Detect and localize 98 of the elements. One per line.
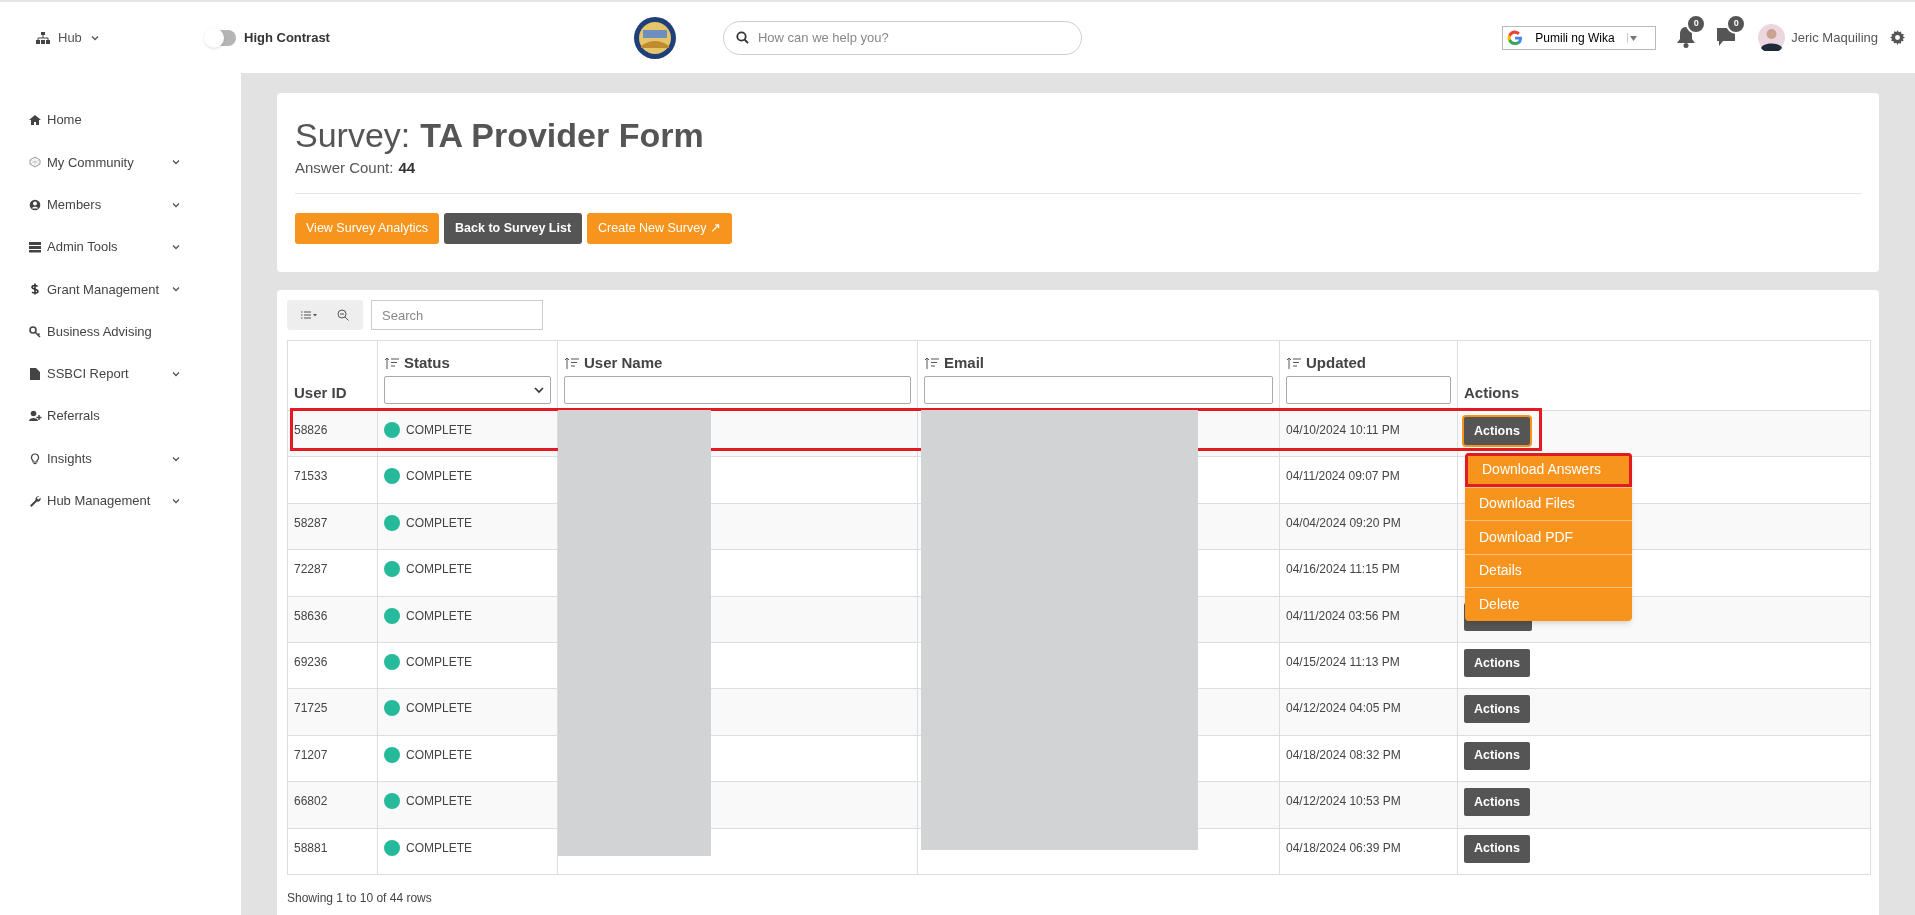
zoom-out-icon[interactable] <box>337 309 349 321</box>
status-text: COMPLETE <box>406 746 472 764</box>
updated-cell: 04/15/2024 11:13 PM <box>1286 654 1400 669</box>
survey-button[interactable]: Back to Survey List <box>444 212 583 244</box>
status-text: COMPLETE <box>406 422 472 439</box>
column-header[interactable]: Status <box>404 351 450 374</box>
chat-icon[interactable] <box>1716 26 1737 48</box>
user-id-cell: 71725 <box>294 701 328 716</box>
user-id-cell: 69236 <box>294 654 328 669</box>
sidebar-item[interactable]: Members <box>47 195 102 215</box>
user-id-cell: 72287 <box>294 562 328 577</box>
actions-button[interactable]: Actions <box>1464 788 1530 817</box>
user-id-cell: 71533 <box>294 469 328 484</box>
language-label: Pumili ng Wika <box>1535 29 1615 47</box>
column-header[interactable]: User ID <box>294 381 347 404</box>
status-text: COMPLETE <box>406 653 472 671</box>
wrench-icon <box>29 494 42 507</box>
list-columns-icon[interactable] <box>301 311 317 319</box>
chevron-down-icon <box>534 386 544 394</box>
updated-cell: 04/18/2024 08:32 PM <box>1286 747 1401 762</box>
caret-down-icon <box>1626 31 1637 44</box>
user-id-cell: 58287 <box>294 515 328 530</box>
updated-cell: 04/11/2024 03:56 PM <box>1286 608 1400 623</box>
sidebar-item[interactable]: Admin Tools <box>47 237 118 257</box>
search-field[interactable]: How can we help you? <box>722 20 1082 55</box>
updated-cell: 04/12/2024 10:53 PM <box>1286 794 1401 809</box>
sidebar-item[interactable]: My Community <box>47 152 134 173</box>
dollar-icon <box>29 283 42 296</box>
file-icon <box>29 367 42 380</box>
key-icon <box>29 325 42 338</box>
toggle-switch[interactable] <box>206 29 236 46</box>
sort-icon[interactable] <box>1286 356 1302 369</box>
sort-icon[interactable] <box>384 356 400 369</box>
filter-field[interactable] <box>1286 376 1451 404</box>
user-id-cell: 71207 <box>294 747 328 762</box>
actions-button[interactable]: Actions <box>1464 417 1530 445</box>
survey-label: Survey: <box>295 115 411 155</box>
column-header[interactable]: User Name <box>584 351 663 374</box>
notification-count: 0 <box>1686 14 1707 34</box>
status-text: COMPLETE <box>406 839 472 857</box>
toggle-label: High Contrast <box>244 28 330 47</box>
server-icon <box>29 241 42 254</box>
seal-logo <box>632 15 677 60</box>
user-id-cell: 66802 <box>294 794 328 809</box>
updated-cell: 04/12/2024 04:05 PM <box>1286 701 1401 716</box>
settings-icon[interactable] <box>1890 30 1905 45</box>
filter-field[interactable] <box>924 376 1273 404</box>
sitemap-icon <box>36 31 50 44</box>
status-text: COMPLETE <box>406 700 472 718</box>
search-field[interactable]: Search <box>371 300 543 330</box>
sidebar-item[interactable]: Referrals <box>47 406 100 426</box>
status-text: COMPLETE <box>406 561 472 579</box>
filter-field[interactable] <box>564 376 911 404</box>
status-text: COMPLETE <box>406 607 472 625</box>
house-icon <box>29 114 42 127</box>
google-icon <box>1507 29 1524 46</box>
lightbulb-icon <box>29 452 42 465</box>
column-header[interactable]: Email <box>944 351 985 374</box>
user-id-cell: 58881 <box>294 840 328 855</box>
hub-menu[interactable]: Hub <box>36 27 206 48</box>
actions-button[interactable]: Actions <box>1464 648 1530 677</box>
status-text: COMPLETE <box>406 793 472 811</box>
hexagon-icon <box>29 156 42 169</box>
avatar[interactable] <box>1758 24 1786 51</box>
user-name[interactable]: Jeric Maquiling <box>1791 27 1878 48</box>
sidebar-item[interactable]: Home <box>47 110 82 130</box>
updated-cell: 04/16/2024 11:15 PM <box>1286 562 1400 577</box>
status-text: COMPLETE <box>406 468 472 486</box>
user-plus-icon <box>29 410 42 423</box>
sidebar-item[interactable]: Hub Management <box>47 491 151 511</box>
updated-cell: 04/10/2024 10:11 PM <box>1286 423 1400 437</box>
answer-count-label: Answer Count: <box>295 158 394 178</box>
column-header[interactable]: Updated <box>1306 351 1366 374</box>
actions-button[interactable]: Actions <box>1464 834 1530 863</box>
sidebar-item[interactable]: Grant Management <box>47 279 159 300</box>
updated-cell: 04/18/2024 06:39 PM <box>1286 840 1401 855</box>
updated-cell: 04/11/2024 09:07 PM <box>1286 469 1400 484</box>
sort-icon[interactable] <box>564 356 580 369</box>
sidebar-item[interactable]: Insights <box>47 448 92 469</box>
answer-count: 44 <box>398 158 416 178</box>
hub-label: Hub <box>58 28 82 47</box>
status-text: COMPLETE <box>406 514 472 532</box>
language-select[interactable]: Pumili ng Wika <box>1502 25 1657 50</box>
sort-icon[interactable] <box>924 356 940 369</box>
user-id-cell: 58636 <box>294 608 328 623</box>
survey-title: TA Provider Form <box>420 115 704 155</box>
sidebar-item[interactable]: SSBCI Report <box>47 364 129 384</box>
message-count: 0 <box>1726 14 1747 34</box>
user-id-cell: 58826 <box>294 423 328 437</box>
actions-button[interactable]: Actions <box>1464 695 1530 724</box>
bell-icon[interactable] <box>1676 26 1697 48</box>
user-circle-icon <box>29 198 42 211</box>
search-icon <box>735 30 749 44</box>
actions-button[interactable]: Actions <box>1464 741 1530 770</box>
column-header[interactable]: Actions <box>1464 381 1519 404</box>
sidebar-item[interactable]: Business Advising <box>47 321 152 342</box>
updated-cell: 04/04/2024 09:20 PM <box>1286 515 1401 530</box>
pagination-info: Showing 1 to 10 of 44 rows <box>287 889 433 907</box>
